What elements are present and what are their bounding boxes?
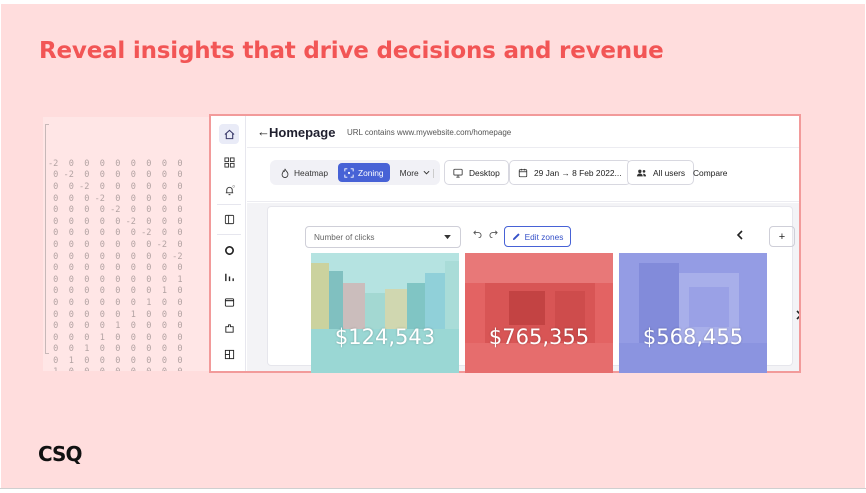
matrix-row: 0 1 0 0 0 0 0 0 0	[48, 355, 183, 366]
matrix-row: 0 0 -2 0 0 0 0 0 0	[48, 181, 183, 192]
matrix-row: 0 0 0 0 0 0 0 0 0	[48, 263, 183, 274]
pencil-icon	[512, 233, 520, 241]
grid-icon[interactable]	[219, 152, 239, 172]
matrix-row: 0 0 1 0 0 0 0 0 0	[48, 344, 183, 355]
zoning-icon	[344, 167, 354, 178]
layout-icon[interactable]	[219, 344, 239, 364]
window-icon[interactable]	[219, 292, 239, 312]
matrix-row: 0 0 0 0 0 0 0 0 1	[48, 274, 183, 285]
csq-logo: CSQ	[38, 442, 82, 466]
headline: Reveal insights that drive decisions and…	[39, 38, 664, 64]
sidebar	[211, 116, 246, 371]
segment-label: All users	[653, 167, 686, 178]
date-range-select[interactable]: 29 Jan → 8 Feb 2022...	[509, 160, 631, 185]
users-icon	[636, 169, 647, 176]
matrix-decoration: -2 0 0 0 0 0 0 0 0 0 -2 0 0 0 0 0 0 0 0 …	[43, 117, 211, 371]
matrix-row: 0 0 0 0 0 1 0 0 0	[48, 309, 183, 320]
bell-icon[interactable]	[219, 180, 239, 200]
caret-down-icon	[444, 234, 451, 239]
edit-zones-label: Edit zones	[524, 231, 564, 242]
zoning-tab[interactable]: Zoning	[337, 163, 390, 182]
toolbar-divider	[433, 169, 434, 178]
page-header: ← Homepage URL contains www.mywebsite.co…	[247, 116, 799, 148]
circle-icon[interactable]	[219, 240, 239, 260]
more-dropdown[interactable]: More	[394, 163, 436, 182]
bar-chart-icon[interactable]	[219, 266, 239, 286]
panel-icon[interactable]	[219, 209, 239, 229]
zone-tile-2[interactable]: $765,355	[465, 253, 613, 373]
device-select[interactable]: Desktop	[444, 160, 509, 185]
matrix-rows: -2 0 0 0 0 0 0 0 0 0 -2 0 0 0 0 0 0 0 0 …	[48, 159, 211, 371]
flame-icon	[281, 168, 289, 178]
zone-value: $124,543	[334, 325, 436, 349]
patio-image	[465, 253, 613, 373]
matrix-row: -2 0 0 0 0 0 0 0 0	[48, 158, 183, 169]
matrix-row: 1 0 0 0 0 0 0 0 0	[48, 367, 211, 371]
matrix-row: 0 0 0 -2 0 0 0 0 0	[48, 193, 183, 204]
heatmap-tab[interactable]: Heatmap	[274, 163, 334, 182]
date-range-label: 29 Jan → 8 Feb 2022...	[534, 167, 622, 178]
filters-bar: Heatmap Zoning More Desktop 29 Jan → 8 F…	[247, 148, 799, 202]
desktop-icon	[453, 168, 463, 178]
more-label: More	[399, 167, 419, 178]
device-label: Desktop	[469, 167, 500, 178]
sidebar-divider	[217, 234, 241, 235]
matrix-row: 0 0 0 0 -2 0 0 0 0	[48, 205, 183, 216]
view-mode-switch: Heatmap Zoning More	[270, 160, 440, 185]
prev-icon[interactable]	[736, 229, 744, 243]
edit-zones-button[interactable]: Edit zones	[504, 226, 571, 247]
matrix-row: 0 0 0 0 0 0 0 1 0	[48, 286, 183, 297]
zoning-label: Zoning	[357, 167, 384, 178]
matrix-row: 0 0 0 0 0 -2 0 0 0	[48, 216, 183, 227]
matrix-row: 0 0 0 0 0 0 0 0 -2	[48, 251, 183, 262]
matrix-row: 0 0 0 0 1 0 0 0 0	[48, 321, 183, 332]
matrix-row: 0 0 0 1 0 0 0 0 0	[48, 332, 183, 343]
matrix-row: 0 -2 0 0 0 0 0 0 0	[48, 170, 183, 181]
compare-button[interactable]: Compare	[693, 168, 727, 178]
zone-tile-1[interactable]: $124,543	[311, 253, 459, 373]
page-title: Homepage	[269, 125, 336, 140]
zone-tile-3[interactable]: $568,455	[619, 253, 767, 373]
matrix-bracket	[45, 124, 49, 354]
bottom-divider	[0, 488, 866, 489]
zone-value: $765,355	[488, 325, 590, 349]
calendar-icon	[518, 168, 528, 177]
add-zone-button[interactable]: +	[769, 226, 795, 247]
pool-house-image	[619, 253, 767, 373]
slide: Reveal insights that drive decisions and…	[1, 4, 865, 488]
sidebar-divider	[217, 204, 241, 205]
home-icon[interactable]	[219, 124, 239, 144]
metric-select[interactable]: Number of clicks	[305, 226, 461, 248]
matrix-row: 0 0 0 0 0 0 1 0 0	[48, 297, 183, 308]
segment-select[interactable]: All users	[627, 160, 695, 185]
venice-canal-image	[311, 253, 459, 373]
metric-select-value: Number of clicks	[314, 232, 375, 242]
chevron-down-icon	[423, 170, 430, 175]
next-icon[interactable]	[795, 309, 799, 323]
puzzle-icon[interactable]	[219, 318, 239, 338]
matrix-row: 0 0 0 0 0 0 -2 0 0	[48, 228, 183, 239]
undo-icon[interactable]	[473, 229, 482, 241]
matrix-row: 0 0 0 0 0 0 0 -2 0	[48, 239, 183, 250]
url-filter-text: URL contains www.mywebsite.com/homepage	[347, 128, 512, 137]
heatmap-label: Heatmap	[294, 167, 328, 178]
zone-value: $568,455	[642, 325, 744, 349]
redo-icon[interactable]	[489, 229, 498, 241]
